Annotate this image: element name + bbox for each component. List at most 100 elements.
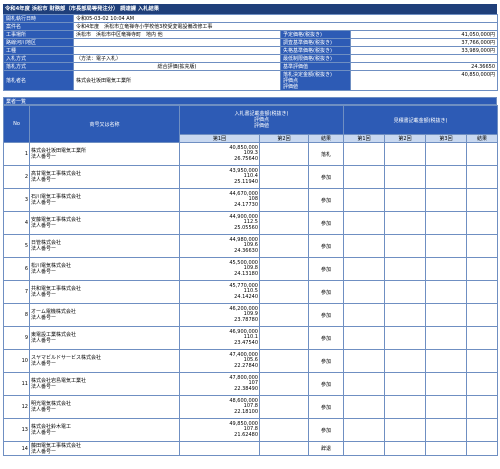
row-name-cell: スヤマビルドサービス株式会社 法人番号ー (29, 349, 180, 373)
bid-amount-cell: 45,500,000 109.8 24.13180 (179, 257, 260, 281)
table-row: 3 石川電気工事株式会社 法人番号ー 44,670,000 108 24.17730 参加 (3, 188, 499, 212)
bid-result: 参加 (308, 280, 344, 304)
estimate-result (465, 165, 499, 189)
row-name-cell: 東電設工業株式会社 法人番号ー (29, 326, 180, 350)
bid-round2 (259, 349, 309, 373)
bid-round2 (259, 257, 309, 281)
bid-amount-cell: 46,200,000 109.9 23.78780 (179, 303, 260, 327)
row-name-cell: 株式会社岩島電気工業社 法人番号ー (29, 372, 180, 396)
estimate-round3 (425, 372, 467, 396)
col-result: 結果 (308, 134, 344, 143)
bidder-corp-number: 法人番号ー (31, 384, 57, 390)
estimate-round1 (343, 441, 385, 456)
winner-label: 落札者名 (3, 70, 74, 91)
table-row: 10 スヤマビルドサービス株式会社 法人番号ー 47,400,000 105.6 22.2… (3, 349, 499, 373)
bidder-corp-number: 法人番号ー (31, 430, 57, 436)
bid-evaluation: 24.17730 (234, 201, 258, 208)
bidder-corp-number: 法人番号ー (31, 223, 57, 229)
table-row: 6 松川電気株式会社 法人番号ー 45,500,000 109.8 24.13180 参加 (3, 257, 499, 281)
table-row: 2 高甘電気工事株式会社 法人番号ー 43,950,000 110.4 25.11940 参… (3, 165, 499, 189)
bid-result: 参加 (308, 372, 344, 396)
row-no: 12 (3, 395, 30, 419)
bidder-table: No 商号又は名称 入札書記載金額(税抜き) 評価点 評価値 見積書記載金額(税… (3, 105, 499, 456)
estimate-round2 (384, 349, 426, 373)
row-no: 4 (3, 211, 30, 235)
winner-amount-labels: 落札決定金額(税抜き) 評価点 評価値 (280, 70, 351, 91)
bid-round2 (259, 234, 309, 258)
trade-value (73, 46, 281, 55)
estimate-round3 (425, 165, 467, 189)
trade-label: 工種 (3, 46, 74, 55)
estimate-round2 (384, 257, 426, 281)
row-name-cell: 日管株式会社 法人番号ー (29, 234, 180, 258)
bid-amount-cell: 47,400,000 105.6 22.27840 (179, 349, 260, 373)
estimate-round1 (343, 303, 385, 327)
row-name-cell: オーム電機株式会社 法人番号ー (29, 303, 180, 327)
estimate-result (465, 349, 499, 373)
estimate-round1 (343, 234, 385, 258)
col-round2: 第2回 (259, 134, 309, 143)
location-label: 工事場所 (3, 30, 74, 39)
col-name: 商号又は名称 (29, 105, 180, 143)
bid-result: 参加 (308, 188, 344, 212)
estimate-round2 (384, 395, 426, 419)
col-estimate-group: 見積書記載金額(税抜き) (342, 105, 499, 135)
bid-evaluation: 22.18100 (234, 408, 258, 415)
bidder-list-title: 業者一覧 (3, 97, 497, 105)
estimate-round2 (384, 326, 426, 350)
estimate-round2 (384, 303, 426, 327)
estimate-result (465, 441, 499, 456)
row-name-cell: 安藤電気工事株式会社 法人番号ー (29, 211, 180, 235)
bid-round2 (259, 303, 309, 327)
estimate-round1 (343, 211, 385, 235)
bid-round2 (259, 280, 309, 304)
bid-round2 (259, 142, 309, 166)
estimate-round1 (343, 280, 385, 304)
survey-base-label: 調査基準価格(税抜き) (280, 38, 351, 47)
bid-evaluation: 24.36630 (234, 247, 258, 254)
open-date-value: 令和05-03-02 10:04 AM (72, 14, 499, 23)
planned-price-label: 予定価格(税抜き) (280, 30, 351, 39)
survey-base-value: 37,766,000円 (349, 38, 499, 47)
row-name-cell: 高甘電気工事株式会社 法人番号ー (29, 165, 180, 189)
row-no: 7 (3, 280, 30, 304)
region-label: 路線河川地区 (3, 38, 74, 47)
bid-round2 (259, 188, 309, 212)
estimate-round1 (343, 418, 385, 442)
estimate-result (465, 211, 499, 235)
lowest-limit-label: 最低制限価格(税抜き) (280, 54, 351, 63)
lowest-limit-value (349, 54, 499, 63)
bidder-corp-number: 法人番号ー (31, 154, 57, 160)
estimate-round2 (384, 234, 426, 258)
estimate-round3 (425, 257, 467, 281)
estimate-round1 (343, 142, 385, 166)
bidder-corp-number: 法人番号ー (31, 407, 57, 413)
bid-result: 辞退 (308, 441, 344, 456)
estimate-round3 (425, 303, 467, 327)
row-no: 5 (3, 234, 30, 258)
bid-evaluation: 22.27840 (234, 362, 258, 369)
bid-round2 (259, 165, 309, 189)
bidder-corp-number: 法人番号ー (31, 177, 57, 183)
bidder-corp-number: 法人番号ー (31, 361, 57, 367)
bid-info-table: 開札執行日時 令和05-03-02 10:04 AM 案件名 令和4年度 浜松市… (3, 14, 499, 91)
estimate-result (465, 234, 499, 258)
estimate-round2 (384, 188, 426, 212)
winner-value: 株式会社坂田電気工業所 (73, 70, 281, 91)
bid-result: 参加 (308, 211, 344, 235)
bid-evaluation: 21.62480 (234, 431, 258, 438)
bid-evaluation: 22.38490 (234, 385, 258, 392)
min-price-label: 失格基準価格(税抜き) (280, 46, 351, 55)
row-no: 14 (3, 441, 30, 456)
row-name-cell: 株式会社鈴木電工 法人番号ー (29, 418, 180, 442)
page: 令和4年度 浜松市 財務部（市長部局等発注分） 調達課 入札結果 開札執行日時 … (0, 0, 500, 469)
base-eval-value: 24.36650 (349, 62, 499, 71)
table-row: 7 共和電気工事株式会社 法人番号ー 45,770,000 110.5 24.14240 参… (3, 280, 499, 304)
estimate-result (465, 257, 499, 281)
estimate-round3 (425, 395, 467, 419)
bidder-corp-number: 法人番号ー (31, 246, 57, 252)
estimate-result (465, 372, 499, 396)
row-no: 10 (3, 349, 30, 373)
bid-round2 (259, 211, 309, 235)
table-row: 14 藤田電気工事株式会社 法人番号ー 辞退 (3, 441, 499, 456)
